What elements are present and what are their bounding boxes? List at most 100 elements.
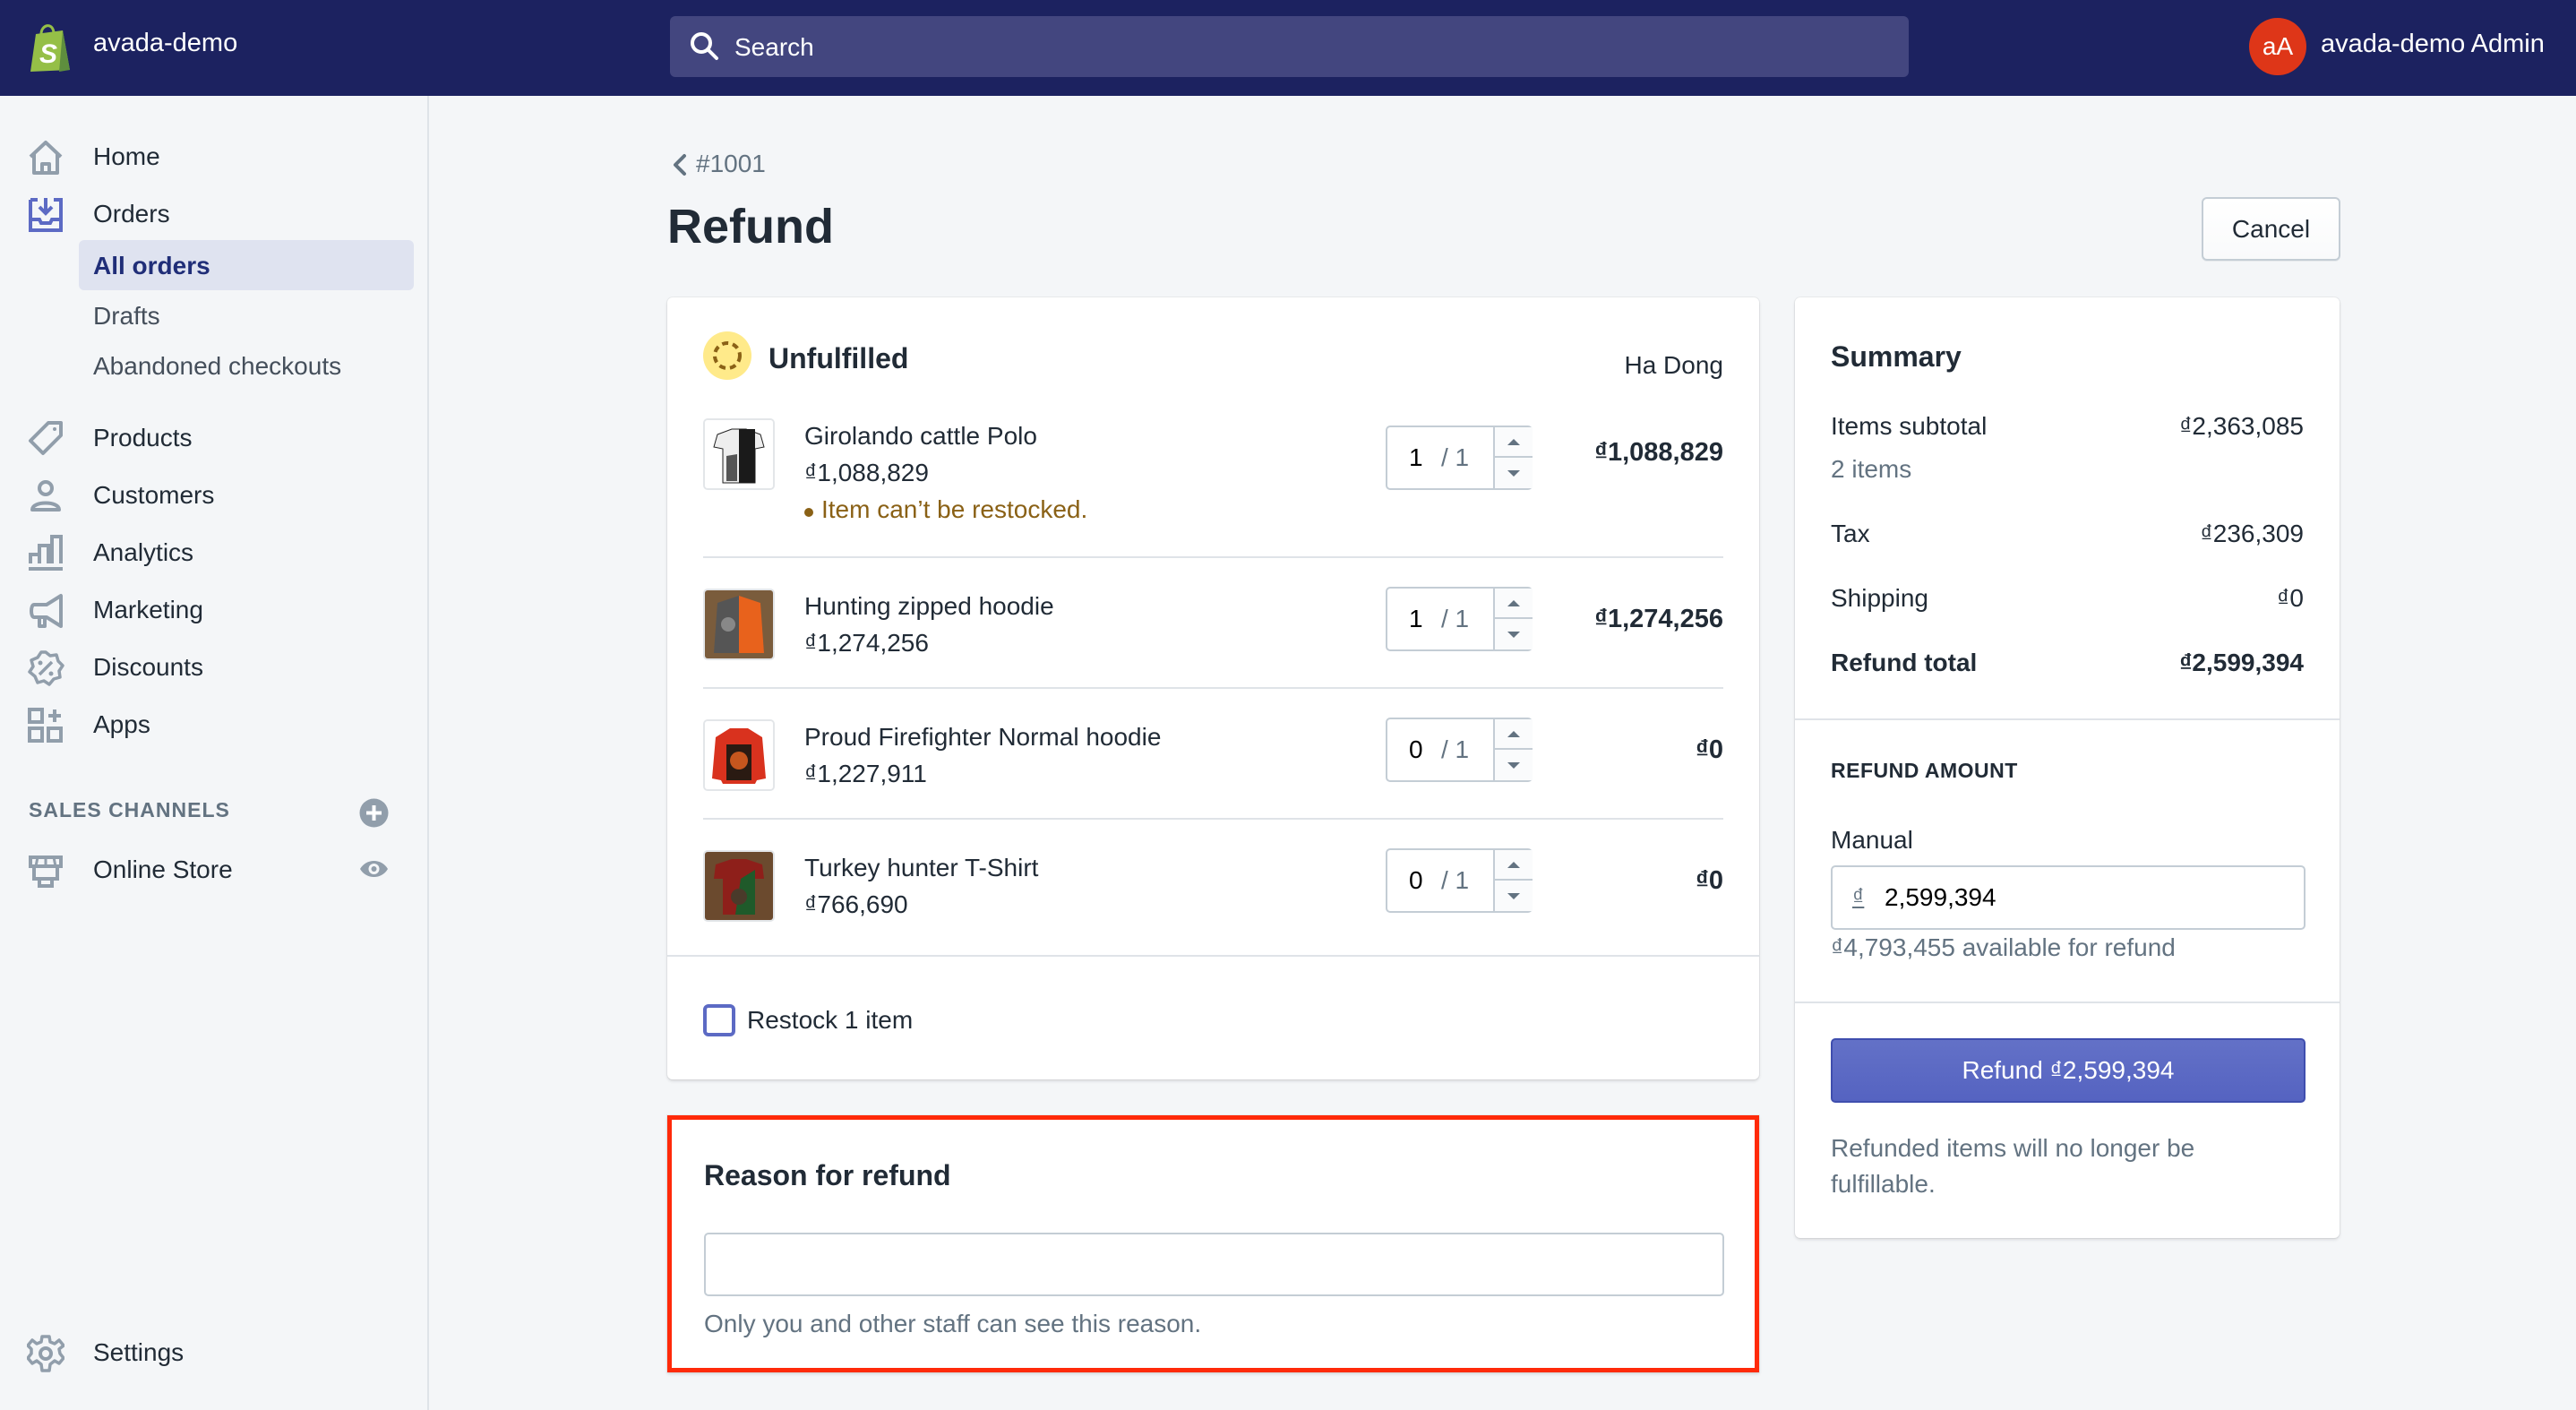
decrement-button[interactable] <box>1495 619 1533 649</box>
shipping-label: Shipping <box>1831 584 1928 612</box>
quantity-stepper[interactable]: 0 / 1 <box>1386 718 1533 782</box>
chevron-left-icon <box>674 154 686 176</box>
search-icon <box>691 32 718 60</box>
cancel-button[interactable]: Cancel <box>2202 197 2340 261</box>
reason-for-refund-card: Reason for refund Only you and other sta… <box>667 1115 1759 1372</box>
home-icon <box>29 141 63 175</box>
decrement-button[interactable] <box>1495 750 1533 780</box>
refund-total-row: Refund total ₫2,599,394 <box>1831 649 2304 684</box>
quantity-value[interactable]: 1 <box>1409 605 1423 633</box>
quantity-max: / 1 <box>1441 735 1470 763</box>
product-price: ₫1,088,829 <box>804 459 929 486</box>
items-subtotal-label: Items subtotal <box>1831 412 1988 440</box>
product-name[interactable]: Hunting zipped hoodie <box>804 592 1054 621</box>
quantity-value[interactable]: 0 <box>1409 866 1423 895</box>
line-item-total: ₫1,088,829 <box>1594 438 1723 467</box>
sidebar-subitem-label: Abandoned checkouts <box>93 352 342 380</box>
sidebar-item-discounts[interactable]: Discounts <box>0 641 429 691</box>
sidebar-item-analytics[interactable]: Analytics <box>0 526 429 576</box>
quantity-value[interactable]: 1 <box>1409 443 1423 472</box>
refund-total-label: Refund total <box>1831 649 1978 676</box>
account-name[interactable]: avada-demo Admin <box>2321 30 2545 59</box>
available-for-refund: ₫4,793,455 available for refund <box>1831 933 2176 961</box>
quantity-max: / 1 <box>1441 866 1470 894</box>
sidebar-item-settings[interactable]: Settings <box>0 1326 429 1376</box>
shipping-row: Shipping ₫0 <box>1831 584 2304 620</box>
sidebar-item-label: Analytics <box>93 538 194 566</box>
quantity-value[interactable]: 0 <box>1409 735 1423 764</box>
reason-title: Reason for refund <box>704 1159 951 1191</box>
tax-value: ₫236,309 <box>2200 520 2304 547</box>
divider <box>703 818 1723 820</box>
search-input[interactable]: Search <box>670 16 1909 77</box>
tag-icon <box>29 421 63 455</box>
sales-channels-title: SALES CHANNELS <box>29 798 230 821</box>
increment-button[interactable] <box>1495 427 1533 458</box>
decrement-button[interactable] <box>1495 458 1533 488</box>
divider <box>1795 718 2340 720</box>
sidebar-item-home[interactable]: Home <box>0 130 429 180</box>
line-item: Proud Firefighter Normal hoodie ₫1,227,9… <box>703 718 1723 818</box>
gear-icon <box>27 1335 64 1372</box>
store-name[interactable]: avada-demo <box>93 29 237 58</box>
quantity-stepper[interactable]: 1 / 1 <box>1386 587 1533 651</box>
eye-icon[interactable] <box>359 855 389 882</box>
svg-text:S: S <box>39 39 57 69</box>
decrement-button[interactable] <box>1495 881 1533 911</box>
manual-label: Manual <box>1831 826 1913 854</box>
refund-amount-value[interactable]: 2,599,394 <box>1885 883 1996 912</box>
sidebar-item-label: Customers <box>93 481 215 509</box>
sidebar-subitem-all-orders[interactable]: All orders <box>79 240 414 290</box>
shipping-value: ₫0 <box>2277 584 2304 612</box>
sidebar-item-customers[interactable]: Customers <box>0 469 429 519</box>
line-item: Hunting zipped hoodie ₫1,274,256 1 / 1 ₫… <box>703 587 1723 687</box>
quantity-stepper[interactable]: 1 / 1 <box>1386 426 1533 490</box>
increment-button[interactable] <box>1495 589 1533 619</box>
caret-down-icon <box>1507 761 1520 769</box>
restock-label[interactable]: Restock 1 item <box>747 1006 913 1035</box>
discount-icon <box>28 650 64 686</box>
fulfillment-status-title: Unfulfilled <box>769 342 909 374</box>
sidebar-item-marketing[interactable]: Marketing <box>0 583 429 633</box>
divider <box>1795 1002 2340 1003</box>
store-icon <box>29 855 63 888</box>
apps-icon <box>28 708 63 743</box>
unfulfilled-items-card: Unfulfilled Ha Dong Girolando cattle Pol… <box>667 297 1759 1079</box>
avatar[interactable]: aA <box>2249 18 2306 75</box>
divider <box>703 687 1723 689</box>
line-item-total: ₫0 <box>1695 735 1723 764</box>
product-price: ₫1,227,911 <box>804 760 927 787</box>
product-name[interactable]: Proud Firefighter Normal hoodie <box>804 723 1161 752</box>
search-placeholder: Search <box>734 33 814 61</box>
fulfillment-location: Ha Dong <box>1624 351 1723 379</box>
reason-input[interactable] <box>704 1233 1724 1296</box>
top-bar: S avada-demo Search aA avada-demo Admin <box>0 0 2576 96</box>
warning-bullet-icon <box>804 508 813 517</box>
add-sales-channel-icon[interactable] <box>359 798 389 828</box>
caret-up-icon <box>1507 599 1520 606</box>
sidebar: Home Orders All orders Drafts Abandoned … <box>0 96 429 1410</box>
increment-button[interactable] <box>1495 719 1533 750</box>
sidebar-subitem-drafts[interactable]: Drafts <box>79 290 414 340</box>
sidebar-item-label: Products <box>93 424 193 451</box>
sidebar-subitem-label: All orders <box>93 252 210 279</box>
summary-title: Summary <box>1831 340 1962 373</box>
restock-checkbox[interactable] <box>703 1004 735 1036</box>
shopify-logo-icon[interactable]: S <box>27 21 73 72</box>
sidebar-item-products[interactable]: Products <box>0 411 429 461</box>
sidebar-item-apps[interactable]: Apps <box>0 698 429 748</box>
quantity-stepper[interactable]: 0 / 1 <box>1386 848 1533 913</box>
sidebar-item-orders[interactable]: Orders <box>0 187 429 237</box>
divider <box>703 556 1723 558</box>
refund-button[interactable]: Refund ₫2,599,394 <box>1831 1038 2306 1103</box>
increment-button[interactable] <box>1495 850 1533 881</box>
sidebar-subitem-abandoned-checkouts[interactable]: Abandoned checkouts <box>79 340 414 391</box>
divider <box>667 955 1759 957</box>
unfulfilled-status-icon <box>703 331 751 380</box>
sidebar-item-label: Home <box>93 142 160 170</box>
product-name[interactable]: Turkey hunter T-Shirt <box>804 854 1038 882</box>
caret-down-icon <box>1507 469 1520 477</box>
refund-amount-input[interactable]: ₫ 2,599,394 <box>1831 865 2306 930</box>
product-price: ₫1,274,256 <box>804 629 929 657</box>
product-name[interactable]: Girolando cattle Polo <box>804 422 1037 451</box>
